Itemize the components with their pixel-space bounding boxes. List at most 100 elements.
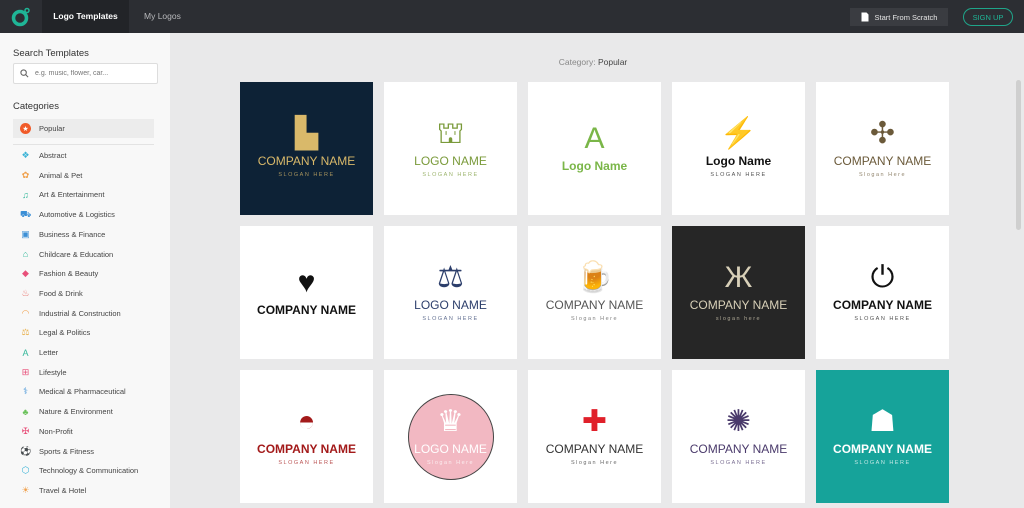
tree-icon: ♣ (22, 406, 29, 417)
logo-template-card[interactable]: ⛫ LOGO NAME SLOGAN HERE (384, 82, 517, 215)
soccer-ball-icon: ⚽ (20, 445, 32, 456)
category-title: Category: Popular (170, 57, 1016, 67)
category-label: Art & Entertainment (39, 190, 105, 200)
category-travel-hotel[interactable]: ☀ Travel & Hotel (13, 481, 154, 500)
logo-slogan-text: SLOGAN HERE (278, 171, 335, 178)
app-logo[interactable] (0, 0, 42, 33)
logo-name-text: LOGO NAME (414, 154, 487, 169)
category-label: Technology & Communication (39, 466, 139, 476)
capitol-laurel-icon: ⛫ (436, 117, 465, 151)
category-label: Animal & Pet (39, 170, 83, 180)
logo-name-text: COMPANY NAME (833, 154, 932, 169)
medical-cross-icon: ✚ (581, 405, 608, 439)
logo-template-card[interactable]: ♛ LOGO NAME Slogan Here (384, 370, 517, 503)
logo-template-card[interactable]: ⚡ Logo Name SLOGAN HERE (672, 82, 805, 215)
category-automotive-logistics[interactable]: ⛟ Automotive & Logistics (13, 205, 154, 224)
category-label: Medical & Pharmaceutical (39, 387, 126, 397)
category-medical-pharmaceutical[interactable]: ⚕ Medical & Pharmaceutical (13, 382, 154, 401)
category-animal-pet[interactable]: ✿ Animal & Pet (13, 166, 154, 185)
sidebar: Search Templates Categories ★ Popular ❖ A… (0, 33, 170, 508)
logo-slogan-text: SLOGAN HERE (422, 315, 479, 322)
logo-template-card[interactable]: ▙ COMPANY NAME SLOGAN HERE (240, 82, 373, 215)
category-childcare-education[interactable]: ⌂ Childcare & Education (13, 245, 154, 264)
logo-template-card[interactable]: ◓ COMPANY NAME SLOGAN HERE (240, 370, 373, 503)
logo-name-text: COMPANY NAME (545, 298, 644, 313)
logo-slogan-text: slogan here (715, 315, 762, 322)
scrollbar[interactable] (1016, 80, 1021, 230)
category-legal-politics[interactable]: ⚖ Legal & Politics (13, 323, 154, 342)
logo-template-card[interactable]: Ж COMPANY NAME slogan here (672, 226, 805, 359)
diamond-icon: ◆ (22, 268, 29, 279)
search-input[interactable] (35, 70, 145, 77)
tooth-icon: ☗ (869, 405, 896, 439)
logo-name-text: COMPANY NAME (257, 442, 356, 457)
logo-name-text: COMPANY NAME (257, 154, 356, 169)
start-from-scratch-button[interactable]: Start From Scratch (850, 8, 948, 26)
category-letter[interactable]: A Letter (13, 343, 154, 362)
logo-template-card[interactable]: ⚖ LOGO NAME SLOGAN HERE (384, 226, 517, 359)
stethoscope-icon: ⚕ (23, 386, 28, 397)
logo-name-text: COMPANY NAME (689, 298, 788, 313)
logo-slogan-text: SLOGAN HERE (278, 459, 335, 466)
tab-my-logos[interactable]: My Logos (130, 0, 195, 33)
start-from-scratch-label: Start From Scratch (874, 12, 938, 22)
ribbon-icon: ✠ (21, 425, 30, 436)
category-food-drink[interactable]: ♨ Food & Drink (13, 284, 154, 303)
scales-icon: ⚖ (21, 327, 30, 338)
category-title-label: Category: (558, 57, 596, 67)
music-icon: ♫ (22, 189, 29, 200)
logo-name-text: COMPANY NAME (833, 298, 932, 313)
category-label: Business & Finance (39, 229, 106, 239)
category-nature-environment[interactable]: ♣ Nature & Environment (13, 402, 154, 421)
logo-template-card[interactable]: ✺ COMPANY NAME SLOGAN HERE (672, 370, 805, 503)
category-label: Food & Drink (39, 288, 83, 298)
category-industrial-construction[interactable]: ◠ Industrial & Construction (13, 304, 154, 323)
logo-name-text: COMPANY NAME (833, 442, 932, 457)
category-abstract[interactable]: ❖ Abstract (13, 146, 154, 165)
category-popular[interactable]: ★ Popular (13, 119, 154, 138)
logo-template-card[interactable]: ✣ COMPANY NAME Slogan Here (816, 82, 949, 215)
divider (13, 144, 154, 145)
logo-name-text: LOGO NAME (414, 442, 487, 457)
logo-template-card[interactable]: 🍺 COMPANY NAME Slogan Here (528, 226, 661, 359)
chip-icon: ⬡ (21, 465, 30, 476)
car-icon: ⛟ (20, 208, 32, 219)
logo-icon (11, 7, 30, 26)
search-box[interactable] (13, 63, 158, 84)
logo-template-card[interactable]: ⏻ COMPANY NAME SLOGAN HERE (816, 226, 949, 359)
tab-logo-templates[interactable]: Logo Templates (42, 0, 129, 33)
category-business-finance[interactable]: ▣ Business & Finance (13, 225, 154, 244)
top-bar: Logo Templates My Logos Start From Scrat… (0, 0, 1024, 33)
category-label: Abstract (39, 151, 67, 160)
categories-heading: Categories (13, 101, 59, 112)
logo-template-card[interactable]: ☗ COMPANY NAME SLOGAN HERE (816, 370, 949, 503)
chef-hat-icon: ♨ (21, 287, 30, 298)
logo-template-card[interactable]: A Logo Name (528, 82, 661, 215)
category-fashion-beauty[interactable]: ◆ Fashion & Beauty (13, 264, 154, 283)
letter-a-icon: A (22, 347, 29, 358)
gift-icon: ⊞ (21, 366, 30, 377)
butterfly-icon: Ж (724, 261, 753, 295)
sign-up-button[interactable]: SIGN UP (963, 8, 1013, 26)
logo-slogan-text: SLOGAN HERE (854, 459, 911, 466)
logo-name-text: Logo Name (705, 154, 772, 169)
logo-slogan-text: SLOGAN HERE (854, 315, 911, 322)
category-technology-communication[interactable]: ⬡ Technology & Communication (13, 461, 154, 480)
star-icon: ★ (20, 123, 31, 134)
category-label: Lifestyle (39, 367, 67, 377)
logo-template-card[interactable]: ♥ COMPANY NAME (240, 226, 373, 359)
paw-icon: ✿ (21, 169, 30, 180)
category-title-value: Popular (597, 57, 628, 67)
windmill-icon: ✣ (869, 117, 896, 151)
logo-slogan-text: Slogan Here (426, 459, 475, 466)
graduation-cap-icon: ⌂ (22, 249, 29, 259)
plug-leaf-icon: ⏻ (870, 261, 895, 295)
category-sports-fitness[interactable]: ⚽ Sports & Fitness (13, 442, 154, 461)
logo-slogan-text: SLOGAN HERE (710, 459, 767, 466)
category-non-profit[interactable]: ✠ Non-Profit (13, 422, 154, 441)
category-label: Nature & Environment (39, 407, 113, 417)
logo-template-card[interactable]: ✚ COMPANY NAME Slogan Here (528, 370, 661, 503)
category-lifestyle[interactable]: ⊞ Lifestyle (13, 363, 154, 382)
category-art-entertainment[interactable]: ♫ Art & Entertainment (13, 185, 154, 204)
category-label: Legal & Politics (39, 328, 91, 338)
